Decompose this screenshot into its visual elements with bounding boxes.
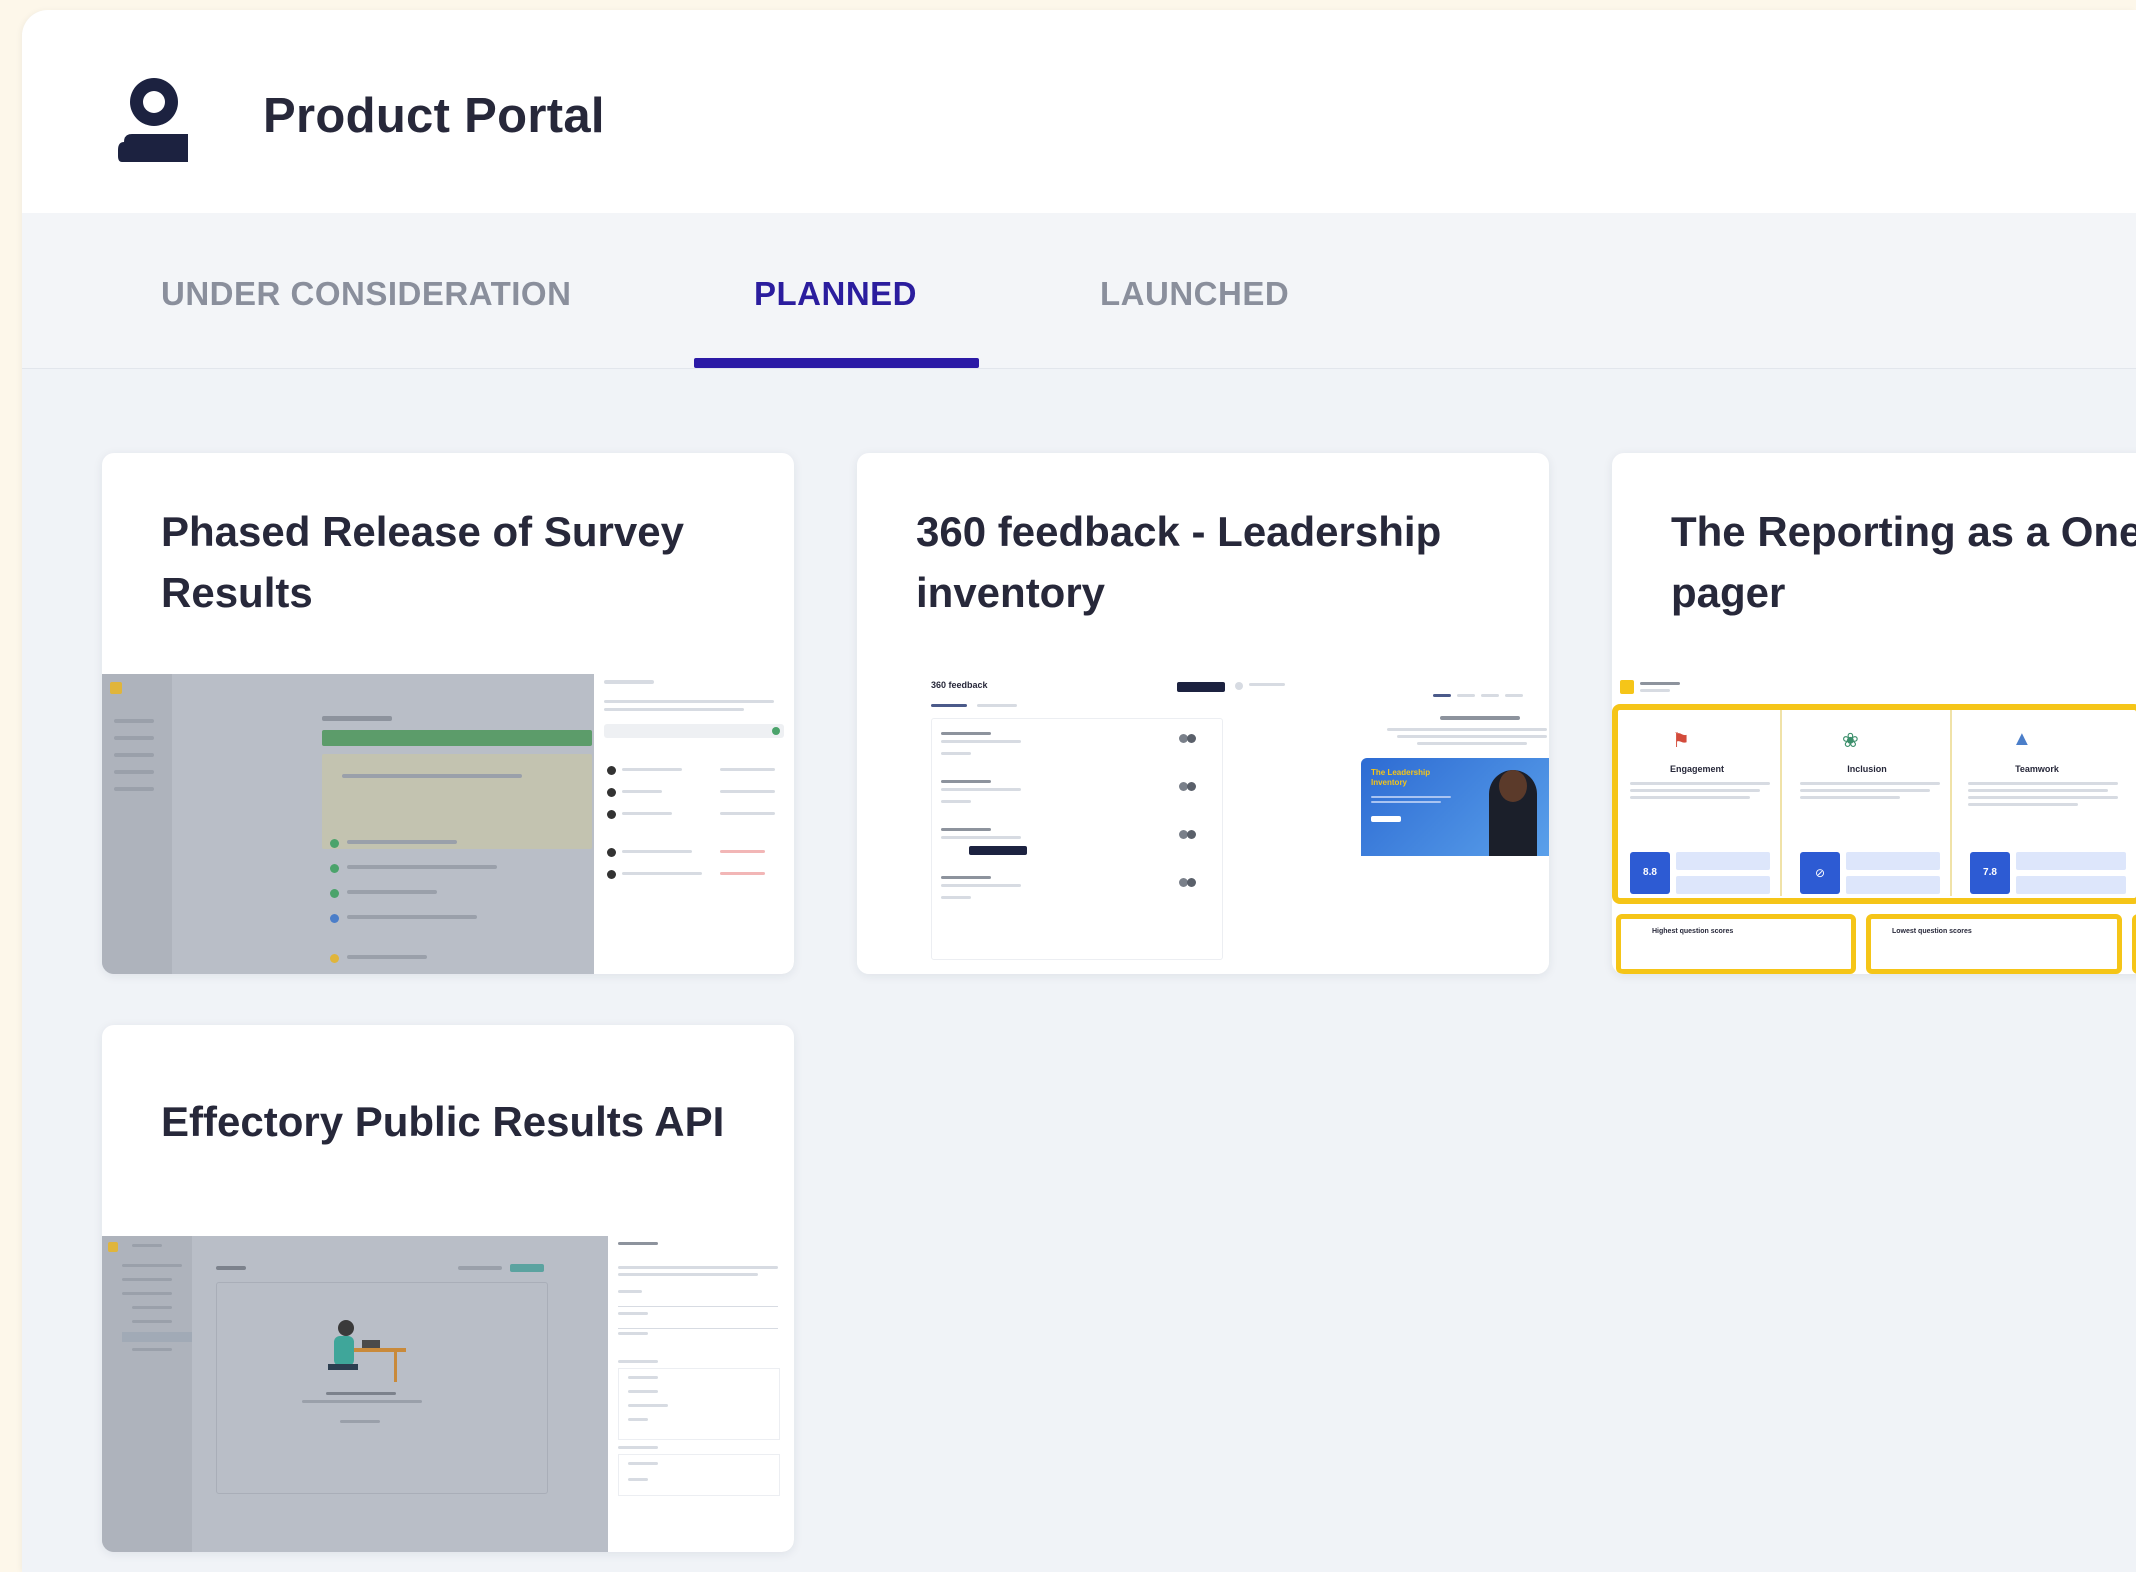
card-360-feedback[interactable]: 360 feedback - Leadership inventory 360 …	[857, 453, 1549, 974]
chart-icon: ▲	[2012, 728, 2032, 750]
column-label: Engagement	[1669, 764, 1724, 774]
card-thumbnail: 360 feedback The Leadership Inventory	[857, 674, 1549, 974]
hidden-score-icon: ⊘	[1800, 852, 1840, 894]
header: Product Portal	[22, 10, 2136, 213]
thumbnail-heading: 360 feedback	[931, 680, 988, 690]
card-title: Phased Release of Survey Results	[161, 508, 684, 616]
card-public-results-api[interactable]: Effectory Public Results API	[102, 1025, 794, 1552]
card-title: The Reporting as a One pager	[1671, 508, 2136, 616]
tab-planned[interactable]: PLANNED	[754, 275, 917, 313]
banner-title: The Leadership Inventory	[1371, 768, 1431, 787]
card-thumbnail	[102, 1236, 794, 1552]
card-reporting-one-pager[interactable]: The Reporting as a One pager ⚑ Engagemen…	[1612, 453, 2136, 974]
card-title: 360 feedback - Leadership inventory	[916, 508, 1442, 616]
active-tab-indicator	[694, 358, 979, 368]
column-label: Teamwork	[2015, 764, 2059, 774]
column-label: Inclusion	[1847, 764, 1887, 774]
person-icon[interactable]	[118, 70, 188, 170]
group-icon: ❀	[1842, 730, 1859, 752]
card-thumbnail	[102, 674, 794, 974]
tab-bar: UNDER CONSIDERATION PLANNED LAUNCHED	[22, 213, 2136, 369]
page-title: Product Portal	[263, 89, 605, 143]
card-title: Effectory Public Results API	[161, 1098, 725, 1145]
card-phased-release[interactable]: Phased Release of Survey Results	[102, 453, 794, 974]
lowest-scores-label: Lowest question scores	[1892, 928, 1972, 935]
score-badge: 7.8	[1970, 852, 2010, 894]
score-badge: 8.8	[1630, 852, 1670, 894]
people-icon: ⚑	[1672, 730, 1690, 752]
tab-under-consideration[interactable]: UNDER CONSIDERATION	[161, 275, 571, 313]
highest-scores-label: Highest question scores	[1652, 928, 1734, 935]
tab-launched[interactable]: LAUNCHED	[1100, 275, 1289, 313]
portal-page: Product Portal UNDER CONSIDERATION PLANN…	[22, 10, 2136, 1572]
card-thumbnail: ⚑ Engagement 8.8 ❀ Inclusion ⊘ ▲ Teamwor…	[1612, 674, 2136, 974]
